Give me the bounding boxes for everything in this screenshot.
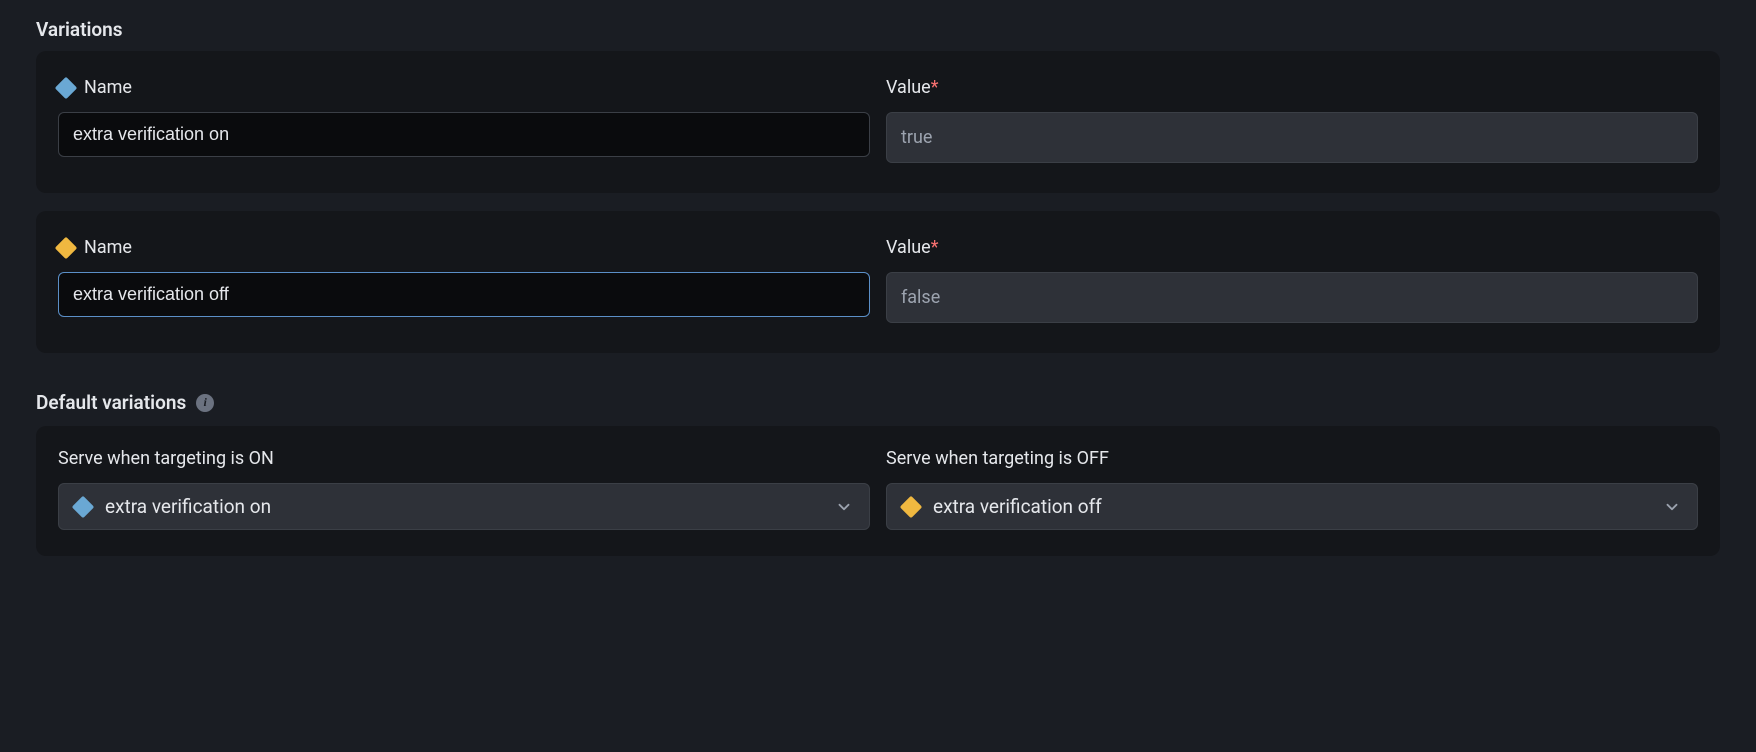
value-label-text: Value: [886, 77, 931, 98]
defaults-heading: Default variations: [36, 391, 186, 414]
variation-value-col-0: Value* true: [886, 77, 1698, 163]
chevron-down-icon: [835, 498, 853, 516]
variations-section: Variations Name Value* true: [36, 18, 1720, 353]
serve-off-value: extra verification off: [933, 495, 1649, 518]
name-label-text: Name: [84, 237, 132, 258]
name-label-text: Name: [84, 77, 132, 98]
variation-name-input-0[interactable]: [58, 112, 870, 157]
variation-card-1: Name Value* false: [36, 211, 1720, 353]
variations-heading: Variations: [36, 18, 1720, 41]
chevron-down-icon: [1663, 498, 1681, 516]
value-label-text: Value: [886, 237, 931, 258]
required-star: *: [931, 237, 939, 258]
value-label: Value*: [886, 237, 1698, 258]
diamond-icon: [55, 236, 78, 259]
serve-off-label: Serve when targeting is OFF: [886, 448, 1698, 469]
diamond-icon: [72, 495, 95, 518]
serve-on-value: extra verification on: [105, 495, 821, 518]
diamond-icon: [900, 495, 923, 518]
name-label: Name: [58, 237, 870, 258]
defaults-section: Default variations i Serve when targetin…: [36, 391, 1720, 556]
info-icon[interactable]: i: [196, 394, 214, 412]
serve-on-select[interactable]: extra verification on: [58, 483, 870, 530]
variation-value-col-1: Value* false: [886, 237, 1698, 323]
variation-name-col-0: Name: [58, 77, 870, 163]
serve-on-col: Serve when targeting is ON extra verific…: [58, 448, 870, 530]
defaults-card: Serve when targeting is ON extra verific…: [36, 426, 1720, 556]
serve-on-label: Serve when targeting is ON: [58, 448, 870, 469]
variation-card-0: Name Value* true: [36, 51, 1720, 193]
serve-off-select[interactable]: extra verification off: [886, 483, 1698, 530]
variation-name-input-1[interactable]: [58, 272, 870, 317]
required-star: *: [931, 77, 939, 98]
serve-off-col: Serve when targeting is OFF extra verifi…: [886, 448, 1698, 530]
variation-value-1: false: [886, 272, 1698, 323]
variation-value-0: true: [886, 112, 1698, 163]
value-label: Value*: [886, 77, 1698, 98]
variation-name-col-1: Name: [58, 237, 870, 323]
diamond-icon: [55, 76, 78, 99]
name-label: Name: [58, 77, 870, 98]
